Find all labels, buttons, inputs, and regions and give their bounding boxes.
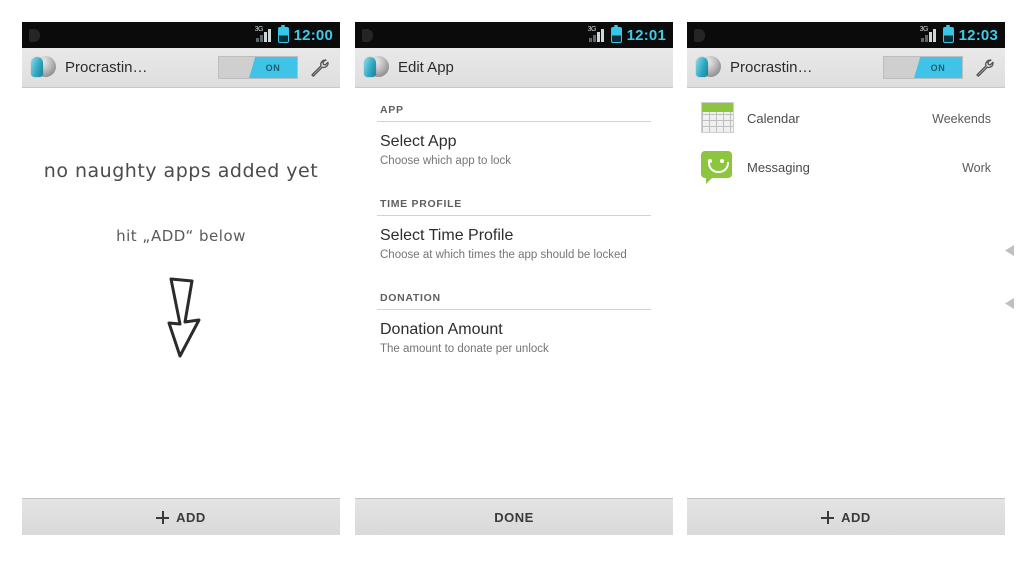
page-title: Edit App bbox=[398, 59, 454, 76]
page-title: Procrastin… bbox=[65, 59, 148, 76]
preference-title: Select App bbox=[380, 133, 457, 150]
status-bar: 3G 12:00 bbox=[22, 22, 340, 48]
status-bar-clock: 12:01 bbox=[626, 26, 666, 44]
chevron-left-icon[interactable] bbox=[1005, 245, 1014, 256]
signal-icon: 3G bbox=[587, 26, 606, 42]
signal-icon: 3G bbox=[919, 26, 938, 42]
empty-state-content: no naughty apps added yet hit „ADD“ belo… bbox=[22, 88, 340, 535]
app-logo-icon bbox=[31, 55, 56, 80]
action-bar: Procrastin… ON bbox=[22, 48, 340, 88]
empty-state-hint: hit „ADD“ below bbox=[116, 227, 246, 245]
app-name: Calendar bbox=[747, 111, 800, 126]
battery-icon bbox=[942, 25, 954, 43]
status-bar: 3G 12:03 bbox=[687, 22, 1005, 48]
action-bar: Edit App bbox=[355, 48, 673, 88]
locked-apps-list: Calendar Weekends Messaging Work bbox=[687, 88, 1005, 192]
chevron-left-icon[interactable] bbox=[1005, 298, 1014, 309]
preference-list: APP Select App Choose which app to lock … bbox=[355, 88, 673, 370]
section-header-donation: DONATION bbox=[377, 276, 651, 310]
preference-donation-amount[interactable]: Donation Amount The amount to donate per… bbox=[377, 310, 651, 370]
status-bar: 3G 12:01 bbox=[355, 22, 673, 48]
preference-title: Select Time Profile bbox=[380, 226, 514, 244]
network-type-label: 3G bbox=[254, 26, 264, 33]
preference-title: Donation Amount bbox=[380, 320, 503, 338]
battery-icon bbox=[277, 25, 289, 43]
preference-subtitle: Choose which app to lock bbox=[380, 155, 512, 168]
list-item[interactable]: Calendar Weekends bbox=[687, 94, 1005, 143]
wrench-icon[interactable] bbox=[307, 56, 331, 80]
app-name: Messaging bbox=[747, 160, 810, 175]
status-bar-right: 3G 12:01 bbox=[587, 25, 666, 44]
section-header-time-profile: TIME PROFILE bbox=[377, 182, 651, 216]
preference-subtitle: The amount to donate per unlock bbox=[380, 343, 549, 356]
bottom-action-bar[interactable]: DONE bbox=[355, 498, 673, 535]
status-bar-left bbox=[362, 28, 589, 42]
status-bar-clock: 12:00 bbox=[293, 26, 333, 44]
settings-content: APP Select App Choose which app to lock … bbox=[355, 88, 673, 535]
bottom-action-bar[interactable]: ADD bbox=[22, 498, 340, 535]
status-bar-clock: 12:03 bbox=[958, 26, 998, 44]
plus-icon bbox=[156, 510, 170, 524]
phone-screenshot-home-empty: 3G 12:00 Procrastin… ON no naughty apps … bbox=[22, 22, 340, 535]
status-bar-right: 3G 12:03 bbox=[919, 25, 998, 44]
phone-screenshot-home-with-apps: 3G 12:03 Procrastin… ON Calendar Weekend… bbox=[687, 22, 1005, 535]
master-toggle[interactable]: ON bbox=[218, 56, 298, 79]
messaging-icon bbox=[701, 151, 734, 184]
master-toggle[interactable]: ON bbox=[883, 56, 963, 79]
status-bar-right: 3G 12:00 bbox=[254, 25, 333, 44]
notification-icon bbox=[29, 28, 40, 42]
action-bar: Procrastin… ON bbox=[687, 48, 1005, 88]
time-profile-name: Work bbox=[962, 160, 991, 175]
list-item[interactable]: Messaging Work bbox=[687, 143, 1005, 192]
preference-subtitle: Choose at which times the app should be … bbox=[380, 249, 627, 262]
signal-icon: 3G bbox=[254, 26, 273, 42]
status-bar-left bbox=[694, 28, 921, 42]
network-type-label: 3G bbox=[587, 26, 597, 33]
notification-icon bbox=[694, 28, 705, 42]
toggle-label: ON bbox=[930, 62, 946, 73]
wrench-icon[interactable] bbox=[972, 56, 996, 80]
network-type-label: 3G bbox=[919, 26, 929, 33]
empty-state-headline: no naughty apps added yet bbox=[43, 160, 319, 182]
notification-icon bbox=[362, 28, 373, 42]
toggle-label: ON bbox=[265, 62, 281, 73]
status-bar-left bbox=[29, 28, 256, 42]
calendar-icon bbox=[701, 102, 734, 135]
preference-select-time-profile[interactable]: Select Time Profile Choose at which time… bbox=[377, 216, 651, 276]
down-arrow-icon bbox=[22, 275, 340, 361]
add-button-label: ADD bbox=[841, 509, 871, 525]
bottom-action-bar[interactable]: ADD bbox=[687, 498, 1005, 535]
section-header-app: APP bbox=[377, 88, 651, 122]
done-button-label: DONE bbox=[494, 509, 534, 525]
preference-select-app[interactable]: Select App Choose which app to lock bbox=[377, 122, 651, 182]
app-logo-icon bbox=[696, 55, 721, 80]
locked-apps-content: Calendar Weekends Messaging Work bbox=[687, 88, 1005, 535]
time-profile-name: Weekends bbox=[932, 111, 991, 126]
battery-icon bbox=[610, 25, 622, 43]
phone-screenshot-edit-app: 3G 12:01 Edit App APP Select App Choose … bbox=[355, 22, 673, 535]
plus-icon bbox=[821, 510, 835, 524]
add-button-label: ADD bbox=[176, 509, 206, 525]
app-logo-icon bbox=[364, 55, 389, 80]
page-title: Procrastin… bbox=[730, 59, 813, 76]
